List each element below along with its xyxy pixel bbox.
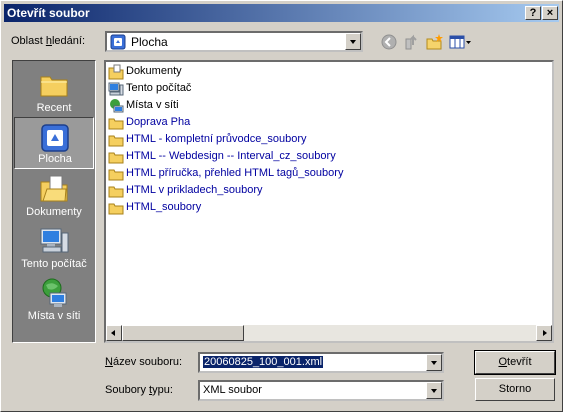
network-icon xyxy=(110,99,124,113)
place-computer-label: Tento počítač xyxy=(21,258,87,270)
new-folder-icon[interactable] xyxy=(426,33,444,51)
filetype-label: Soubory typu: xyxy=(105,384,173,396)
lookin-label: Oblast hledání: xyxy=(11,35,85,47)
folder-icon xyxy=(108,118,124,130)
list-item-label: HTML - kompletní průvodce_soubory xyxy=(126,133,307,145)
filename-dropdown-arrow[interactable] xyxy=(426,354,442,371)
folder-icon xyxy=(108,152,124,164)
filetype-dropdown-arrow[interactable] xyxy=(426,382,442,399)
title-bar[interactable]: Otevřít soubor ? × xyxy=(4,4,559,22)
list-item-label: HTML v prikladech_soubory xyxy=(126,184,263,196)
filetype-value: XML soubor xyxy=(203,384,262,396)
lookin-value: Plocha xyxy=(131,35,168,49)
place-recent-label: Recent xyxy=(36,102,72,114)
window-title: Otevřít soubor xyxy=(7,6,90,20)
place-network-label: Místa v síti xyxy=(27,310,81,322)
open-button[interactable]: Otevřít xyxy=(474,350,556,375)
list-item-label: Doprava Pha xyxy=(126,116,191,128)
open-button-post: tevřít xyxy=(507,356,532,368)
desktop-icon xyxy=(110,34,126,50)
view-menu-icon[interactable] xyxy=(449,33,473,51)
folder-icon xyxy=(108,169,124,181)
scroll-thumb[interactable] xyxy=(122,325,244,341)
lookin-dropdown-arrow[interactable] xyxy=(345,33,361,50)
filetype-dropdown[interactable]: XML soubor xyxy=(198,380,444,401)
recent-folder-icon xyxy=(40,76,68,97)
desktop-icon xyxy=(41,124,69,152)
filetype-label-pre: Soubory xyxy=(105,384,150,396)
place-desktop[interactable]: Plocha xyxy=(14,117,94,169)
up-folder-icon[interactable] xyxy=(403,33,421,51)
documents-icon xyxy=(40,175,68,202)
lookin-dropdown[interactable]: Plocha xyxy=(105,31,363,52)
scroll-left-button[interactable] xyxy=(106,325,122,341)
list-item-label: Tento počítač xyxy=(126,82,192,94)
list-item-label: HTML_soubory xyxy=(126,201,202,213)
filename-label-post: ázev souboru: xyxy=(112,356,183,368)
open-file-dialog: Otevřít soubor ? × Oblast hledání: Ploch… xyxy=(0,0,563,412)
place-documents-label: Dokumenty xyxy=(26,206,82,218)
lookin-label-post: ledání: xyxy=(51,35,86,47)
computer-icon xyxy=(40,228,69,253)
place-desktop-label: Plocha xyxy=(38,153,72,165)
list-item-label: HTML příručka, přehled HTML tagů_soubory xyxy=(126,167,344,179)
folder-icon xyxy=(108,186,124,198)
place-computer[interactable]: Tento počítač xyxy=(14,221,94,273)
file-list[interactable]: Dokumenty Tento počítač Místa v síti Dop… xyxy=(104,60,554,343)
horizontal-scrollbar[interactable] xyxy=(106,325,552,341)
lookin-label-pre: Oblast xyxy=(11,35,46,47)
filename-label: Název souboru: xyxy=(105,356,182,368)
back-icon[interactable] xyxy=(380,33,398,51)
place-network[interactable]: Místa v síti xyxy=(14,273,94,325)
close-button[interactable]: × xyxy=(542,6,558,20)
folder-icon xyxy=(108,135,124,147)
filetype-label-post: ypu: xyxy=(152,384,173,396)
place-documents[interactable]: Dokumenty xyxy=(14,169,94,221)
network-icon xyxy=(42,278,67,307)
open-button-accel: O xyxy=(498,356,508,368)
filename-field[interactable]: 20060825_100_001.xml xyxy=(198,352,444,373)
place-recent[interactable]: Recent xyxy=(14,65,94,117)
list-item-label: HTML -- Webdesign -- Interval_cz_soubory xyxy=(126,150,336,162)
folder-icon xyxy=(108,203,124,215)
computer-icon xyxy=(108,82,124,96)
places-bar: Recent Plocha Dokumenty Tento počítač Mí… xyxy=(12,60,96,343)
list-item-label: Dokumenty xyxy=(126,65,182,77)
help-button[interactable]: ? xyxy=(525,6,541,20)
list-item-label: Místa v síti xyxy=(126,99,179,111)
cancel-button[interactable]: Storno xyxy=(475,378,555,401)
scroll-right-button[interactable] xyxy=(536,325,552,341)
filename-value: 20060825_100_001.xml xyxy=(203,356,324,368)
filename-label-accel: N xyxy=(105,356,113,368)
documents-icon xyxy=(108,64,124,80)
